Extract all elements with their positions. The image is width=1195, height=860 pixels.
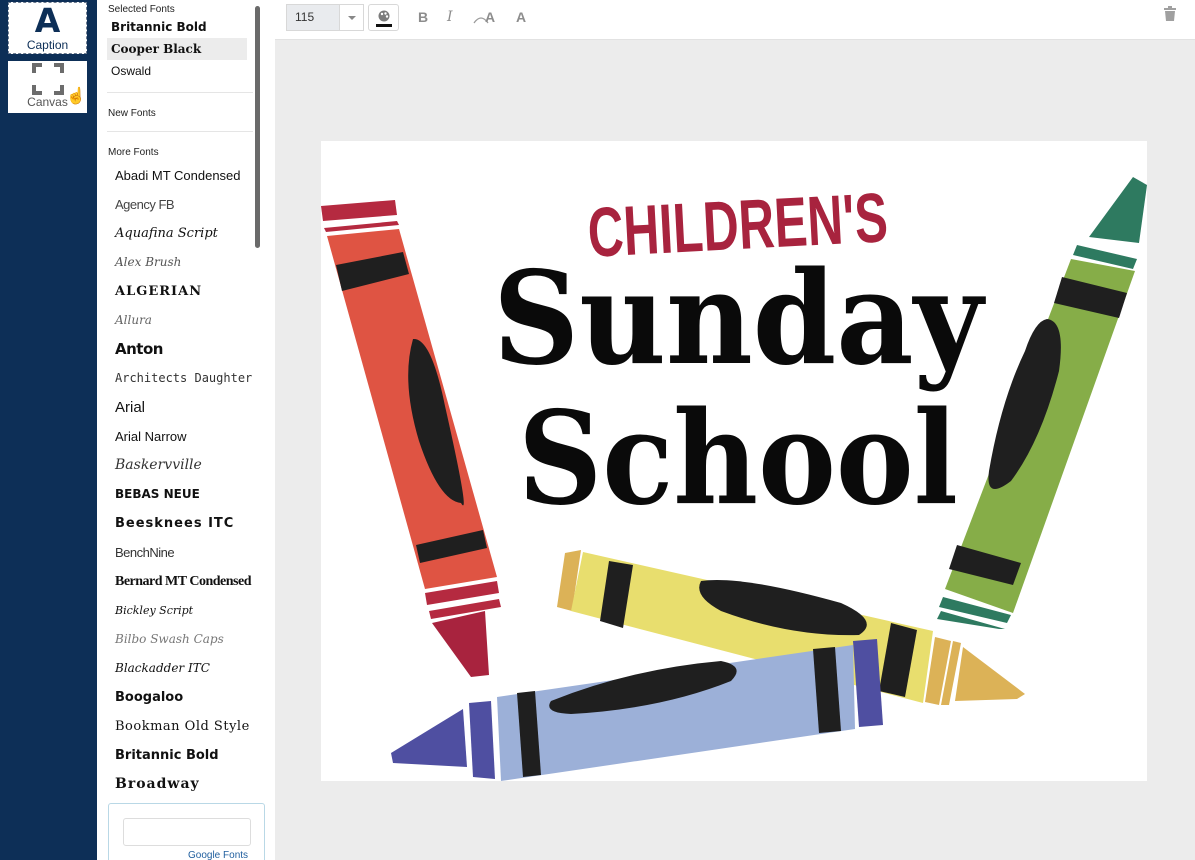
font-list-scroll-thumb[interactable] bbox=[255, 6, 260, 248]
selected-font-item-active[interactable]: Cooper Black bbox=[107, 38, 247, 60]
text-color-button[interactable] bbox=[368, 4, 399, 31]
font-option[interactable]: Beesknees ITC bbox=[97, 509, 255, 538]
chevron-down-icon bbox=[348, 16, 356, 20]
left-rail: A Caption Canvas ☝ bbox=[0, 0, 97, 860]
font-option[interactable]: Broadway bbox=[97, 770, 255, 795]
red-crayon bbox=[321, 200, 501, 677]
italic-button[interactable]: I bbox=[447, 9, 453, 25]
font-option[interactable]: Bickley Script bbox=[97, 596, 255, 625]
font-option[interactable]: Britannic Bold bbox=[97, 741, 255, 770]
font-option[interactable]: Bookman Old Style bbox=[97, 712, 255, 741]
font-option[interactable]: Architects Daughter bbox=[97, 364, 255, 393]
font-option[interactable]: Boogaloo bbox=[97, 683, 255, 712]
font-option[interactable]: Arial bbox=[97, 393, 255, 422]
font-option[interactable]: Agency FB bbox=[97, 190, 255, 219]
new-fonts-title: New Fonts bbox=[108, 108, 156, 119]
divider bbox=[107, 131, 253, 132]
font-option[interactable]: BenchNine bbox=[97, 538, 255, 567]
text-toolbar: 115 B I A A bbox=[275, 0, 1195, 40]
canvas-tool-button[interactable]: Canvas ☝ bbox=[8, 61, 87, 113]
editor-main: 115 B I A A CHILDREN'S Sunday School bbox=[275, 0, 1195, 860]
frame-icon bbox=[31, 63, 64, 95]
google-fonts-input[interactable] bbox=[123, 818, 251, 846]
font-list[interactable]: Selected Fonts Britannic Bold Cooper Bla… bbox=[97, 0, 255, 795]
font-option[interactable]: Bernard MT Condensed bbox=[97, 567, 255, 596]
sunday-school-artwork[interactable]: CHILDREN'S Sunday School bbox=[321, 141, 1147, 781]
app-window: A Caption Canvas ☝ Selected Fonts Britan… bbox=[0, 0, 1195, 860]
font-size-input[interactable]: 115 bbox=[286, 4, 339, 31]
bold-button[interactable]: B bbox=[418, 9, 428, 25]
font-option[interactable]: Bilbo Swash Caps bbox=[97, 625, 255, 654]
font-option[interactable]: Baskervville bbox=[97, 451, 255, 480]
font-option[interactable]: Aquafina Script bbox=[97, 219, 255, 248]
font-option[interactable]: BEBAS NEUE bbox=[97, 480, 255, 509]
selected-font-item[interactable]: Britannic Bold bbox=[97, 16, 255, 38]
caption-icon: A bbox=[34, 1, 61, 40]
google-fonts-box: Google Fonts bbox=[108, 803, 265, 860]
font-option[interactable]: Allura bbox=[97, 306, 255, 335]
font-option[interactable]: Abadi MT Condensed bbox=[97, 161, 255, 190]
curve-text-button[interactable]: A bbox=[473, 9, 499, 25]
text-shadow-button[interactable]: A bbox=[516, 9, 526, 25]
trash-icon[interactable] bbox=[1163, 6, 1177, 22]
more-fonts-title: More Fonts bbox=[108, 147, 159, 158]
font-option[interactable]: Anton bbox=[97, 335, 255, 364]
google-fonts-link[interactable]: Google Fonts bbox=[188, 850, 248, 860]
divider bbox=[107, 92, 253, 93]
caption-label: Caption bbox=[26, 38, 69, 52]
font-option[interactable]: ALGERIAN bbox=[97, 277, 255, 306]
headline-sunday[interactable]: Sunday bbox=[493, 244, 986, 394]
font-size-dropdown[interactable] bbox=[339, 4, 364, 31]
palette-icon bbox=[376, 10, 392, 27]
selected-fonts-title: Selected Fonts bbox=[108, 4, 175, 15]
design-canvas[interactable]: CHILDREN'S Sunday School bbox=[321, 141, 1147, 781]
headline-school[interactable]: School bbox=[518, 384, 958, 534]
font-option[interactable]: Blackadder ITC bbox=[97, 654, 255, 683]
selected-font-item[interactable]: Oswald bbox=[97, 60, 255, 82]
font-option[interactable]: Alex Brush bbox=[97, 248, 255, 277]
font-option[interactable]: Arial Narrow bbox=[97, 422, 255, 451]
caption-tool-button[interactable]: A Caption bbox=[8, 2, 87, 54]
font-panel: Selected Fonts Britannic Bold Cooper Bla… bbox=[97, 0, 275, 860]
curve-label: A bbox=[485, 9, 496, 25]
pointer-hand-icon: ☝ bbox=[66, 88, 86, 105]
